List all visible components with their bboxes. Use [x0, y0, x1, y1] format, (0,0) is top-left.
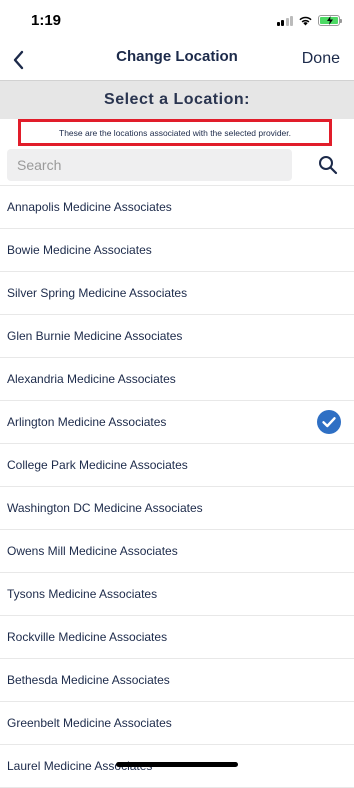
search-button[interactable] — [318, 155, 340, 177]
list-item-label: Annapolis Medicine Associates — [7, 200, 172, 214]
list-item-rockville[interactable]: Rockville Medicine Associates — [0, 616, 354, 659]
list-item-greenbelt[interactable]: Greenbelt Medicine Associates — [0, 702, 354, 745]
list-item-arlington[interactable]: Arlington Medicine Associates — [0, 401, 354, 444]
checkmark-icon — [317, 410, 341, 434]
list-item-label: Glen Burnie Medicine Associates — [7, 329, 183, 343]
list-item-label: Bethesda Medicine Associates — [7, 673, 170, 687]
done-button[interactable]: Done — [302, 50, 340, 68]
list-item-tysons[interactable]: Tysons Medicine Associates — [0, 573, 354, 616]
wifi-icon — [299, 16, 312, 25]
list-item-annapolis[interactable]: Annapolis Medicine Associates — [0, 185, 354, 229]
list-item-college-park[interactable]: College Park Medicine Associates — [0, 444, 354, 487]
provider-notice: These are the locations associated with … — [18, 119, 332, 146]
list-item-label: Bowie Medicine Associates — [7, 243, 152, 257]
cellular-signal-icon — [276, 15, 293, 26]
notice-text: These are the locations associated with … — [59, 127, 291, 138]
list-item-label: Alexandria Medicine Associates — [7, 372, 176, 386]
battery-charging-icon — [318, 14, 342, 26]
section-header: Select a Location: — [0, 80, 354, 119]
status-bar: 1:19 — [0, 0, 354, 40]
location-list: Annapolis Medicine Associates Bowie Medi… — [0, 185, 354, 788]
list-item-label: Washington DC Medicine Associates — [7, 501, 203, 515]
list-item-glen-burnie[interactable]: Glen Burnie Medicine Associates — [0, 315, 354, 358]
navigation-bar: Change Location Done — [0, 40, 354, 80]
search-input[interactable] — [7, 149, 292, 181]
list-item-label: Arlington Medicine Associates — [7, 415, 167, 429]
list-item-label: Owens Mill Medicine Associates — [7, 544, 178, 558]
list-item-label: College Park Medicine Associates — [7, 458, 188, 472]
list-item-label: Tysons Medicine Associates — [7, 587, 158, 601]
search-icon — [319, 156, 338, 175]
home-indicator[interactable] — [116, 762, 238, 767]
list-item-label: Rockville Medicine Associates — [7, 630, 168, 644]
list-item-alexandria[interactable]: Alexandria Medicine Associates — [0, 358, 354, 401]
list-item-owens-mill[interactable]: Owens Mill Medicine Associates — [0, 530, 354, 573]
list-item-bowie[interactable]: Bowie Medicine Associates — [0, 229, 354, 272]
status-icons — [276, 13, 342, 27]
list-item-silver-spring[interactable]: Silver Spring Medicine Associates — [0, 272, 354, 315]
status-time: 1:19 — [31, 12, 62, 29]
list-item-bethesda[interactable]: Bethesda Medicine Associates — [0, 659, 354, 702]
list-item-washington-dc[interactable]: Washington DC Medicine Associates — [0, 487, 354, 530]
list-item-label: Silver Spring Medicine Associates — [7, 286, 188, 300]
search-row — [0, 147, 354, 185]
list-item-label: Greenbelt Medicine Associates — [7, 716, 172, 730]
